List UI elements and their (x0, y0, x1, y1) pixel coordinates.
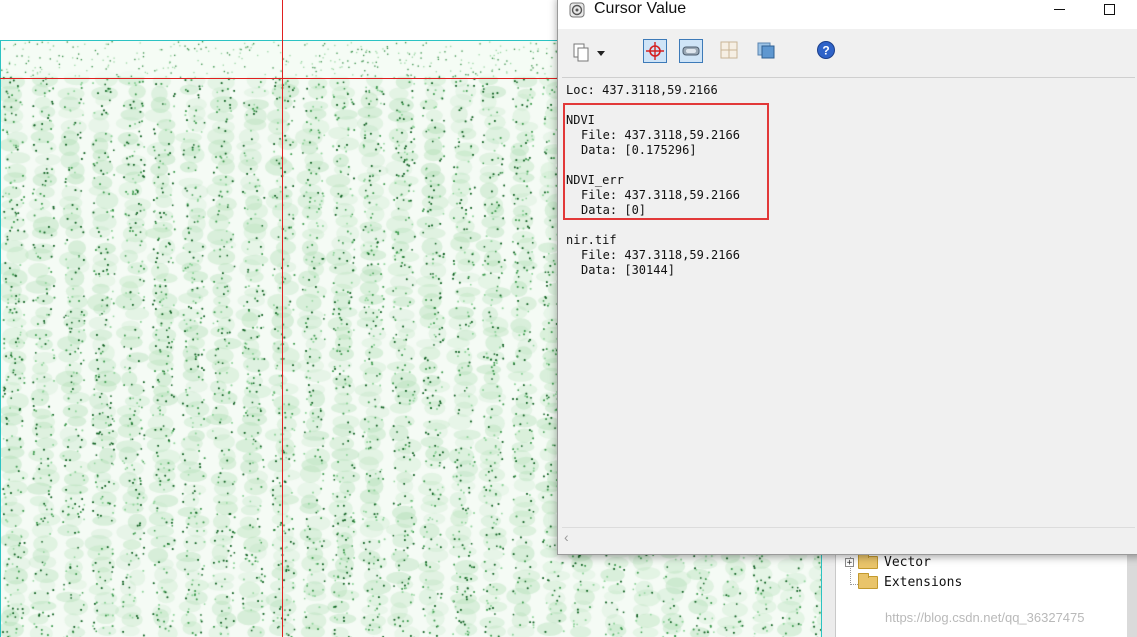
crosshair-toggle-button[interactable] (643, 39, 667, 63)
horizontal-scrollbar[interactable]: ‹ (562, 527, 1135, 548)
link-views-toggle-button[interactable] (679, 39, 703, 63)
vertical-scrollbar[interactable] (1127, 548, 1137, 637)
folder-icon (858, 552, 878, 569)
grid-icon (720, 41, 738, 59)
crosshair-icon (646, 42, 664, 60)
dialog-titlebar[interactable]: Cursor Value (558, 0, 1137, 29)
highlight-annotation-box (563, 103, 769, 220)
tree-item-label: Vector (884, 554, 931, 570)
help-button[interactable]: ? (815, 39, 839, 63)
layer-data-line: Data: [30144] (581, 263, 675, 277)
layers-icon (757, 42, 775, 59)
copy-menu-button[interactable] (570, 39, 610, 63)
tree-item-label: Extensions (884, 574, 963, 590)
location-line: Loc: 437.3118,59.2166 (566, 83, 718, 97)
layer-file-line: File: 437.3118,59.2166 (581, 248, 740, 262)
crosshair-vertical-line (282, 0, 283, 637)
cursor-value-dialog: Cursor Value ? Loc: 437.3118,59.2166 NDV… (557, 0, 1137, 555)
dialog-title: Cursor Value (594, 0, 687, 17)
minimize-button[interactable] (1048, 0, 1072, 19)
maximize-button[interactable] (1098, 0, 1122, 20)
app-icon (569, 2, 585, 18)
help-icon: ? (817, 41, 835, 59)
expand-icon[interactable]: + (845, 557, 854, 567)
folder-icon (858, 572, 878, 589)
chain-link-icon (682, 46, 700, 56)
tree-item-vector[interactable]: + Vector (845, 552, 931, 571)
watermark-text: https://blog.csdn.net/qq_36327475 (885, 610, 1085, 625)
layer-name: nir.tif (566, 233, 617, 247)
scroll-left-icon[interactable]: ‹ (564, 529, 569, 545)
crosshair-horizontal-line (0, 78, 557, 79)
svg-text:?: ? (822, 44, 829, 58)
dialog-toolbar: ? (558, 31, 1137, 71)
cursor-value-readout: Loc: 437.3118,59.2166 NDVI File: 437.311… (562, 77, 1135, 533)
tree-item-extensions[interactable]: Extensions (858, 572, 963, 591)
layers-toggle-button[interactable] (755, 39, 779, 63)
grid-toggle-button[interactable] (718, 39, 742, 63)
document-copy-icon (573, 43, 605, 62)
